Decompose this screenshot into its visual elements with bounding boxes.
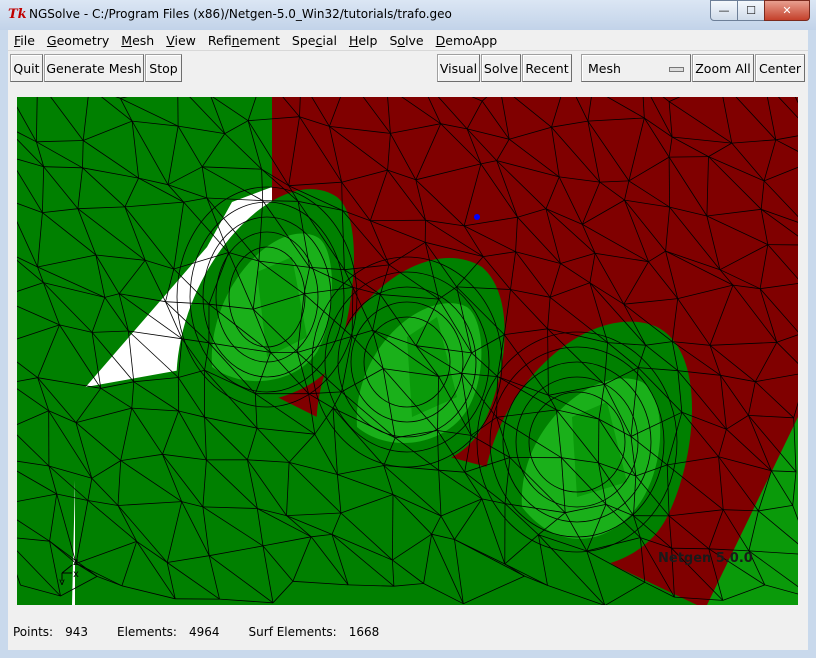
points-stat: Points: 943 [13, 625, 88, 639]
mesh-rendering[interactable] [17, 97, 798, 605]
axis-y-label: y [59, 577, 65, 585]
mesh-edge [669, 156, 709, 158]
maximize-button[interactable]: ☐ [737, 0, 765, 21]
window-title: NGSolve - C:/Program Files (x86)/Netgen-… [29, 7, 452, 21]
menu-mesh[interactable]: Mesh [115, 33, 160, 48]
visual-button[interactable]: Visual [437, 54, 480, 82]
surf-elements-stat: Surf Elements: 1668 [248, 625, 380, 639]
client-area: File Geometry Mesh View Refinement Speci… [8, 30, 808, 650]
axis-x-label: x [73, 569, 79, 580]
version-label: Netgen 5.0.0 [658, 551, 753, 566]
window-controls: — ☐ ✕ [710, 0, 810, 21]
menu-refinement[interactable]: Refinement [202, 33, 286, 48]
solve-button[interactable]: Solve [481, 54, 521, 82]
dropdown-indicator-icon [669, 66, 684, 72]
menu-bar: File Geometry Mesh View Refinement Speci… [8, 30, 808, 51]
elements-count: 4964 [188, 625, 220, 639]
menu-special[interactable]: Special [286, 33, 343, 48]
mesh-edge [668, 157, 670, 208]
generate-mesh-button[interactable]: Generate Mesh [44, 54, 144, 82]
view-mode-value: Mesh [588, 60, 621, 76]
window-frame: Tk NGSolve - C:/Program Files (x86)/Netg… [0, 0, 816, 658]
mesh-edge [128, 330, 135, 382]
mesh-edge [128, 330, 179, 378]
view-mode-select[interactable]: Mesh [581, 54, 691, 82]
menu-help[interactable]: Help [343, 33, 384, 48]
menu-file[interactable]: File [8, 33, 41, 48]
menu-view[interactable]: View [160, 33, 202, 48]
minimize-button[interactable]: — [710, 0, 738, 21]
elements-stat: Elements: 4964 [117, 625, 220, 639]
axis-triad-icon: z x y [59, 557, 79, 585]
status-bar: Points: 943 Elements: 4964 Surf Elements… [8, 623, 808, 641]
recent-button[interactable]: Recent [522, 54, 572, 82]
menu-solve[interactable]: Solve [383, 33, 429, 48]
zoom-all-button[interactable]: Zoom All [692, 54, 754, 82]
title-bar[interactable]: Tk NGSolve - C:/Program Files (x86)/Netg… [0, 0, 816, 30]
mesh-edge [128, 330, 183, 340]
axis-z-label: z [73, 557, 78, 568]
center-button[interactable]: Center [755, 54, 805, 82]
close-button[interactable]: ✕ [764, 0, 810, 21]
3d-viewport[interactable]: Netgen 5.0.0 z x y [17, 97, 798, 605]
surf-elements-count: 1668 [348, 625, 380, 639]
mesh-edge [767, 244, 798, 246]
points-count: 943 [65, 625, 88, 639]
quit-button[interactable]: Quit [10, 54, 43, 82]
stop-button[interactable]: Stop [145, 54, 182, 82]
menu-demoapp[interactable]: DemoApp [430, 33, 504, 48]
menu-geometry[interactable]: Geometry [41, 33, 115, 48]
mesh-edge [370, 219, 426, 222]
toolbar: Quit Generate Mesh Stop Visual Solve Rec… [8, 51, 808, 85]
tk-app-icon: Tk [8, 7, 27, 22]
selected-point [474, 214, 480, 220]
